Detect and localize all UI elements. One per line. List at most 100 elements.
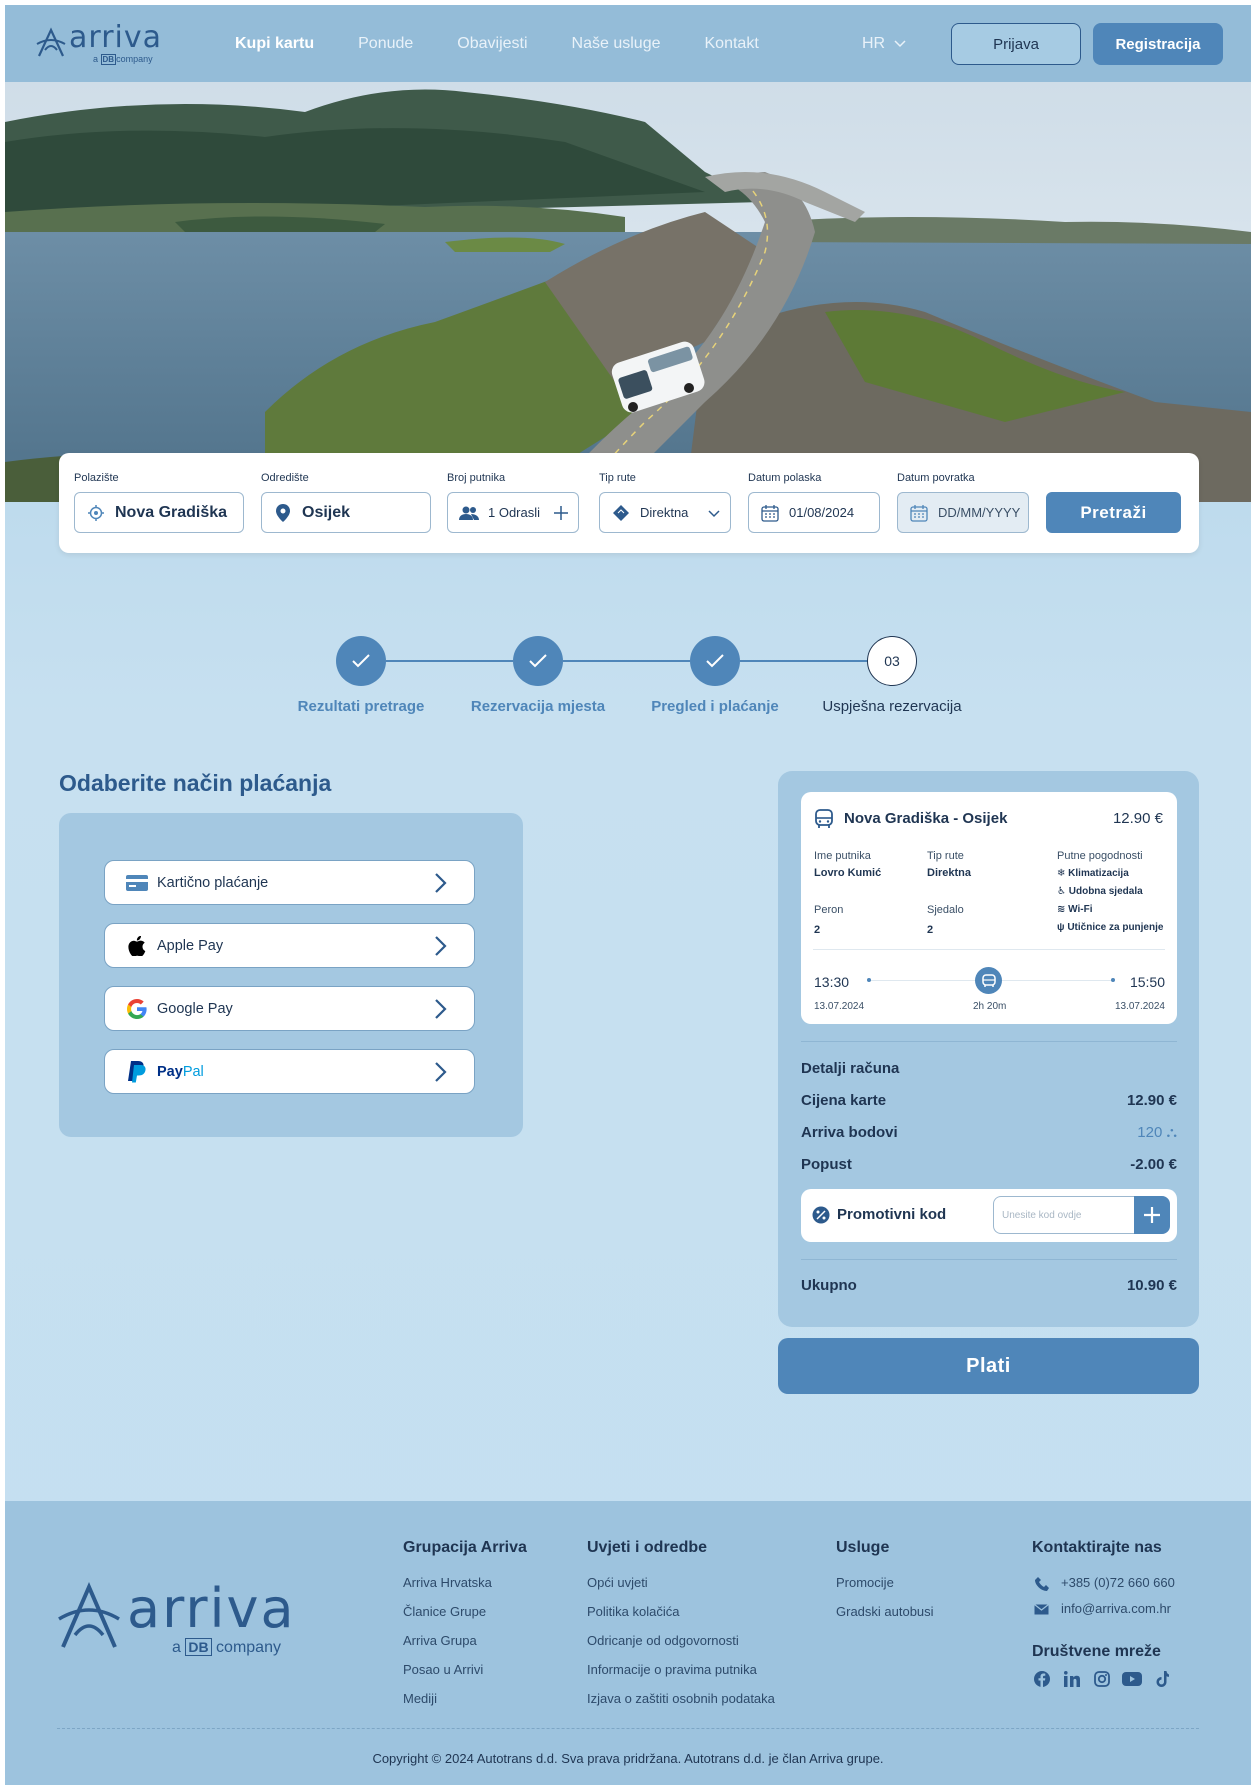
arriva-logo[interactable]: arriva a DB company (35, 20, 161, 66)
return-date-field[interactable]: DD/MM/YYYY (897, 492, 1029, 533)
footer-link[interactable]: Izjava o zaštiti osobnih podataka (587, 1691, 775, 1706)
location-target-icon (85, 502, 107, 524)
footer-col-arriva-title: Grupacija Arriva (403, 1539, 527, 1556)
tiktok-icon[interactable] (1152, 1669, 1172, 1689)
discount-badge-icon (812, 1206, 830, 1224)
users-icon (458, 502, 480, 524)
order-summary-panel: Nova Gradiška - Osijek 12.90 € Ime putni… (778, 771, 1199, 1327)
promo-code-placeholder: Unesite kod ovdje (1002, 1209, 1082, 1221)
nav-link-kupi-kartu[interactable]: Kupi kartu (235, 35, 314, 53)
arriva-points-number: 120 (1137, 1124, 1163, 1141)
footer-link[interactable]: Članice Grupe (403, 1604, 486, 1619)
departure-label: Polazište (74, 472, 119, 484)
check-icon (529, 654, 547, 668)
nav-link-nase-usluge[interactable]: Naše usluge (572, 35, 661, 53)
step-2-done[interactable] (513, 636, 563, 686)
ticket-price-label: Cijena karte (801, 1092, 887, 1109)
footer-link[interactable]: Arriva Hrvatska (403, 1575, 492, 1590)
plus-icon[interactable] (554, 506, 568, 520)
footer-logo-subtitle: a DB company (172, 1638, 281, 1657)
amenity-wifi: ≋ Wi-Fi (1057, 904, 1093, 915)
destination-field[interactable]: Osijek (261, 492, 431, 533)
route-type-select[interactable]: Direktna (599, 492, 731, 533)
step-label-results: Rezultati pretrage (297, 698, 425, 715)
promo-code-input[interactable]: Unesite kod ovdje (993, 1196, 1135, 1234)
hero-landscape-illustration (5, 82, 1251, 502)
paypal-option[interactable]: PayPal (104, 1049, 475, 1094)
plus-icon (1144, 1207, 1160, 1223)
departure-field[interactable]: Nova Gradiška (74, 492, 244, 533)
language-selector[interactable]: HR (862, 35, 906, 53)
promo-code-add-button[interactable] (1134, 1196, 1170, 1234)
login-button[interactable]: Prijava (951, 23, 1081, 65)
step-4-current: 03 (867, 636, 917, 686)
amenity-seats-label: Udobna sjedala (1068, 886, 1143, 897)
card-payment-option[interactable]: Kartično plaćanje (104, 860, 475, 905)
bill-details-title: Detalji računa (801, 1060, 900, 1077)
arriva-logo-icon (36, 27, 66, 57)
total-label: Ukupno (801, 1277, 857, 1294)
contact-phone[interactable]: +385 (0)72 660 660 (1061, 1575, 1175, 1590)
google-pay-option[interactable]: Google Pay (104, 986, 475, 1031)
facebook-icon[interactable] (1032, 1669, 1052, 1689)
ticket-price: 12.90 € (1112, 810, 1163, 827)
footer-arriva-logo[interactable]: arriva a DB company (57, 1577, 297, 1661)
linkedin-icon[interactable] (1062, 1669, 1082, 1689)
register-button[interactable]: Registracija (1093, 23, 1223, 65)
depart-date: 13.07.2024 (814, 1001, 865, 1012)
map-pin-icon (272, 502, 294, 524)
passengers-field[interactable]: 1 Odrasli (447, 492, 579, 533)
youtube-icon[interactable] (1122, 1669, 1142, 1689)
apple-pay-option[interactable]: Apple Pay (104, 923, 475, 968)
step-3-done[interactable] (690, 636, 740, 686)
arriva-points-label: Arriva bodovi (801, 1124, 898, 1141)
footer-link[interactable]: Odricanje od odgovornosti (587, 1633, 739, 1648)
platform-value: 2 (814, 924, 821, 936)
footer: arriva a DB company Grupacija Arriva Arr… (5, 1501, 1251, 1785)
step-1-done[interactable] (336, 636, 386, 686)
total-value: 10.90 € (1126, 1277, 1177, 1294)
search-button[interactable]: Pretraži (1046, 492, 1181, 533)
footer-link[interactable]: Posao u Arrivi (403, 1662, 483, 1677)
check-icon (706, 654, 724, 668)
ticket-divider (813, 949, 1165, 950)
instagram-icon[interactable] (1092, 1669, 1112, 1689)
footer-link[interactable]: Mediji (403, 1691, 437, 1706)
footer-col-services-title: Usluge (836, 1539, 890, 1556)
footer-link[interactable]: Informacije o pravima putnika (587, 1662, 757, 1677)
arriva-points-value: 120 ⛬ (1137, 1124, 1177, 1141)
google-icon (125, 997, 149, 1021)
step-label-review: Pregled i plaćanje (651, 698, 779, 715)
footer-link[interactable]: Politika kolačića (587, 1604, 680, 1619)
page: arriva a DB company Kupi kartu Ponude Oba… (5, 5, 1251, 1785)
promo-code-label: Promotivni kod (837, 1206, 947, 1223)
nav-link-obavijesti[interactable]: Obavijesti (457, 35, 527, 53)
nav-link-kontakt[interactable]: Kontakt (705, 35, 759, 53)
footer-col-contact-title: Kontaktirajte nas (1032, 1539, 1162, 1556)
footer-link[interactable]: Gradski autobusi (836, 1604, 934, 1619)
bus-icon (975, 967, 1002, 994)
contact-email[interactable]: info@arriva.com.hr (1061, 1601, 1171, 1616)
pay-button[interactable]: Plati (778, 1338, 1199, 1394)
seat-value: 2 (927, 924, 934, 936)
departure-value: Nova Gradiška (115, 503, 228, 521)
destination-value: Osijek (302, 503, 351, 521)
top-navbar: arriva a DB company Kupi kartu Ponude Oba… (5, 5, 1251, 82)
passengers-label: Broj putnika (447, 472, 506, 484)
footer-logo-sub-a: a (172, 1639, 181, 1656)
route-type-label: Tip rute (927, 850, 964, 862)
trip-duration: 2h 20m (973, 1001, 1007, 1012)
payment-methods-panel: Kartično plaćanje Apple Pay Google Pay P… (59, 813, 523, 1137)
route-type-value: Direktna (927, 867, 972, 879)
paypal-label: PayPal (157, 1064, 204, 1080)
footer-link[interactable]: Opći uvjeti (587, 1575, 648, 1590)
departure-date-value: 01/08/2024 (789, 505, 855, 520)
nav-link-ponude[interactable]: Ponude (358, 35, 413, 53)
amenity-power: ψ Utičnice za punjenje (1057, 922, 1164, 933)
footer-link[interactable]: Promocije (836, 1575, 894, 1590)
chevron-right-icon (435, 1062, 447, 1082)
footer-link[interactable]: Arriva Grupa (403, 1633, 477, 1648)
departure-date-field[interactable]: 01/08/2024 (748, 492, 880, 533)
passengers-value: 1 Odrasli (488, 505, 541, 520)
phone-icon (1035, 1577, 1049, 1591)
